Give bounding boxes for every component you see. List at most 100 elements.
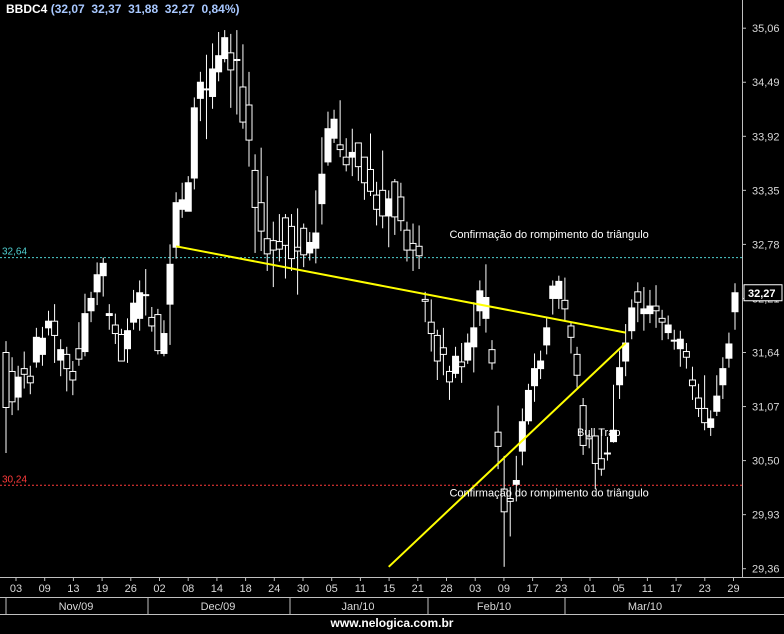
candle [154, 314, 162, 352]
candle [99, 262, 107, 277]
candle [664, 324, 672, 334]
bull-trap-annotation: Bull Trap [577, 427, 620, 439]
candle [701, 407, 709, 424]
candle [275, 241, 283, 250]
candle [51, 320, 59, 336]
candle [537, 360, 545, 370]
candle [549, 285, 557, 299]
candle [494, 431, 502, 447]
candle [336, 144, 344, 151]
x-tick-label: 23 [555, 583, 567, 595]
month-label: Dec/09 [201, 601, 236, 613]
candle [160, 333, 168, 354]
candle [415, 245, 423, 257]
candle [658, 317, 666, 323]
x-tick-label: 29 [727, 583, 739, 595]
candle [640, 308, 648, 315]
candle [269, 240, 277, 251]
candle [221, 37, 229, 60]
footer-site: www.nelogica.com.br [330, 616, 454, 630]
candle [603, 452, 611, 455]
candlestick-chart[interactable]: 35,0634,4933,9233,3532,7832,2131,6431,07… [0, 0, 784, 634]
y-tick-label: 31,64 [752, 347, 780, 359]
candle [512, 480, 520, 485]
candle [385, 198, 393, 217]
candle [348, 151, 356, 158]
candle [707, 418, 715, 428]
candle [561, 299, 569, 310]
candle [452, 355, 460, 374]
candle [294, 246, 302, 252]
month-label: Feb/10 [477, 601, 511, 613]
candle [178, 199, 186, 210]
candle [227, 52, 235, 71]
y-tick-label: 34,49 [752, 77, 780, 89]
candle [209, 68, 217, 97]
candle [26, 375, 34, 384]
candle [464, 342, 472, 361]
x-tick-label: 03 [10, 583, 22, 595]
candle [312, 232, 320, 249]
candle [713, 395, 721, 412]
candle [445, 370, 453, 383]
candle [196, 81, 204, 99]
x-tick-label: 21 [412, 583, 424, 595]
candle [300, 227, 308, 256]
candle [367, 168, 374, 192]
candle [117, 333, 125, 362]
candle [397, 196, 405, 222]
candle [251, 169, 259, 208]
candle [427, 321, 435, 335]
candle [524, 389, 532, 422]
candle [81, 313, 89, 353]
candle [75, 348, 83, 360]
month-label: Nov/09 [59, 601, 94, 613]
x-tick-label: 18 [239, 583, 251, 595]
candle [184, 182, 192, 212]
y-tick-label: 35,06 [752, 23, 780, 35]
y-tick-label: 33,35 [752, 185, 780, 197]
candle [591, 435, 599, 464]
confirmation-bottom-annotation: Confirmação do rompimento do triângulo [449, 488, 648, 500]
candle [63, 353, 71, 370]
x-tick-label: 05 [326, 583, 338, 595]
confirmation-top-annotation: Confirmação do rompimento do triângulo [449, 229, 648, 241]
candle [342, 156, 350, 166]
candle [130, 302, 138, 323]
x-tick-label: 15 [383, 583, 395, 595]
y-tick-label: 31,07 [752, 402, 780, 414]
candle [93, 274, 101, 293]
candle [518, 421, 526, 452]
resistance-label: 32,64 [2, 247, 27, 258]
x-tick-label: 24 [268, 583, 280, 595]
candle [634, 291, 642, 303]
candle [239, 86, 247, 123]
y-tick-label: 33,92 [752, 131, 780, 143]
candle [172, 202, 180, 248]
candle [695, 397, 703, 409]
candle [354, 142, 362, 168]
month-label: Jan/10 [341, 601, 374, 613]
last-price-label: 32,27 [748, 288, 776, 300]
candle [379, 189, 387, 217]
candle [136, 292, 144, 319]
candle [111, 324, 119, 335]
candle [458, 361, 466, 368]
candle [263, 238, 271, 255]
x-tick-label: 28 [440, 583, 452, 595]
x-tick-label: 01 [584, 583, 596, 595]
candle [403, 229, 411, 251]
candle [281, 217, 289, 246]
candle [142, 294, 150, 297]
candle [14, 376, 22, 398]
candle [391, 181, 399, 218]
candle [318, 173, 326, 205]
y-tick-label: 32,78 [752, 239, 780, 251]
candle [148, 316, 156, 327]
y-tick-label: 29,93 [752, 510, 780, 522]
candle [166, 263, 174, 305]
candle [573, 353, 581, 376]
x-tick-label: 03 [469, 583, 481, 595]
candle [202, 88, 210, 91]
month-label: Mar/10 [628, 601, 662, 613]
